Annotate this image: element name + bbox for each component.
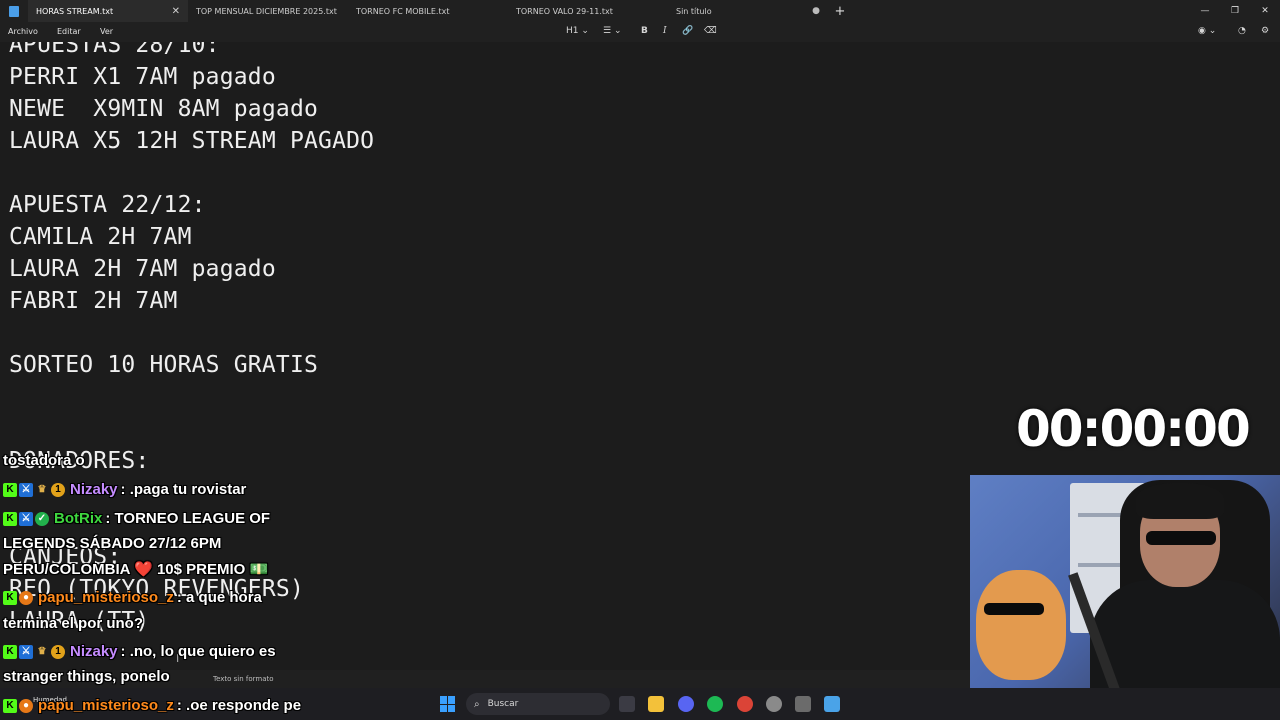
chat-username: papu_misterioso_z	[38, 697, 174, 714]
search-label: Buscar	[487, 699, 519, 709]
close-window-button[interactable]: ✕	[1250, 0, 1280, 22]
tab-label: Sin título	[676, 6, 712, 16]
bold-button[interactable]: B	[641, 26, 648, 36]
app-icon[interactable]	[766, 696, 782, 712]
sunglasses	[1146, 531, 1216, 545]
file-explorer-icon[interactable]	[648, 696, 664, 712]
settings-gear-icon[interactable]: ⚙	[1261, 26, 1269, 36]
editor-line: FABRI 2H 7AM	[9, 288, 178, 314]
copilot-icon[interactable]: ◉ ⌄	[1198, 26, 1216, 36]
link-button[interactable]: 🔗	[682, 26, 693, 36]
tab-label: TORNEO FC MOBILE.txt	[356, 6, 450, 16]
editor-line: LAURA X5 12H STREAM PAGADO	[9, 128, 375, 154]
streamer-hair	[1136, 483, 1224, 519]
editor-line: CANJEOS:	[9, 544, 122, 570]
tab-label: TORNEO VALO 29-11.txt	[516, 6, 613, 16]
unsaved-dot-icon[interactable]: ●	[812, 6, 820, 16]
editor-line: REO (TOKYO REVENGERS)	[9, 576, 304, 602]
plush-sunglasses	[984, 603, 1044, 615]
maximize-button[interactable]: ❐	[1220, 0, 1250, 22]
editor-line: LAURA 2H 7AM pagado	[9, 256, 276, 282]
windows-start-icon[interactable]	[440, 696, 456, 712]
taskbar-search[interactable]: ⌕ Buscar	[466, 693, 610, 715]
tab-sin-titulo[interactable]: Sin título ●	[668, 0, 828, 22]
menu-editar[interactable]: Editar	[57, 27, 81, 36]
search-icon: ⌕	[474, 698, 480, 710]
format-status: Texto sin formato	[213, 675, 274, 683]
account-icon[interactable]: ◔	[1238, 26, 1246, 36]
editor-line: PERRI X1 7AM pagado	[9, 64, 276, 90]
subscriber-badge-icon: ●	[19, 698, 33, 713]
editor-line: SORTEO 10 HORAS GRATIS	[9, 352, 319, 378]
calculator-icon[interactable]	[795, 696, 811, 712]
list-icon: ☰	[603, 26, 612, 36]
chat-message: K ● papu_misterioso_z : .oe responde pe	[3, 697, 301, 714]
menu-bar: Archivo Editar Ver H1 ⌄ ☰ ⌄ B I 🔗 ⌫ ◉ ⌄ …	[0, 22, 1280, 42]
list-dropdown[interactable]: ☰ ⌄	[603, 26, 622, 36]
text-cursor-icon: I	[176, 652, 180, 665]
chat-text: : .oe responde pe	[176, 697, 302, 714]
tab-top-mensual[interactable]: TOP MENSUAL DICIEMBRE 2025.txt	[188, 0, 348, 22]
editor-line: APUESTAS 28/10:	[9, 42, 220, 58]
kick-badge-icon: K	[3, 698, 17, 713]
close-tab-icon[interactable]: ✕	[172, 6, 180, 17]
chevron-down-icon: ⌄	[613, 26, 622, 36]
notepad-icon	[0, 0, 28, 22]
editor-line: CAMILA 2H 7AM	[9, 224, 192, 250]
editor-line: APUESTA 22/12:	[9, 192, 206, 218]
menu-ver[interactable]: Ver	[100, 27, 113, 36]
clear-format-button[interactable]: ⌫	[704, 26, 717, 36]
task-view-icon[interactable]	[619, 696, 635, 712]
title-bar: HORAS STREAM.txt ✕ TOP MENSUAL DICIEMBRE…	[0, 0, 1280, 22]
italic-button[interactable]: I	[663, 26, 667, 36]
editor-line: LAURA (TT)	[9, 608, 150, 634]
window-controls: — ❐ ✕	[1190, 0, 1280, 22]
minimize-button[interactable]: —	[1190, 0, 1220, 22]
plush-toy	[976, 570, 1066, 680]
tab-torneo-fc[interactable]: TORNEO FC MOBILE.txt	[348, 0, 508, 22]
new-tab-button[interactable]: +	[828, 0, 852, 22]
heading-label: H1	[566, 26, 579, 36]
editor-line: DONADORES:	[9, 448, 150, 474]
chrome-icon[interactable]	[737, 696, 753, 712]
notepad-taskbar-icon[interactable]	[824, 696, 840, 712]
heading-dropdown[interactable]: H1 ⌄	[566, 26, 589, 36]
menu-archivo[interactable]: Archivo	[8, 27, 38, 36]
tab-horas-stream[interactable]: HORAS STREAM.txt ✕	[28, 0, 188, 22]
tab-label: TOP MENSUAL DICIEMBRE 2025.txt	[196, 6, 337, 16]
spotify-icon[interactable]	[707, 696, 723, 712]
discord-icon[interactable]	[678, 696, 694, 712]
tab-label: HORAS STREAM.txt	[36, 6, 114, 16]
tab-torneo-valo[interactable]: TORNEO VALO 29-11.txt	[508, 0, 668, 22]
webcam-feed	[970, 475, 1280, 720]
stream-timer: 00:00:00	[1016, 400, 1251, 458]
chevron-down-icon: ⌄	[581, 26, 589, 36]
editor-line: NEWE X9MIN 8AM pagado	[9, 96, 319, 122]
